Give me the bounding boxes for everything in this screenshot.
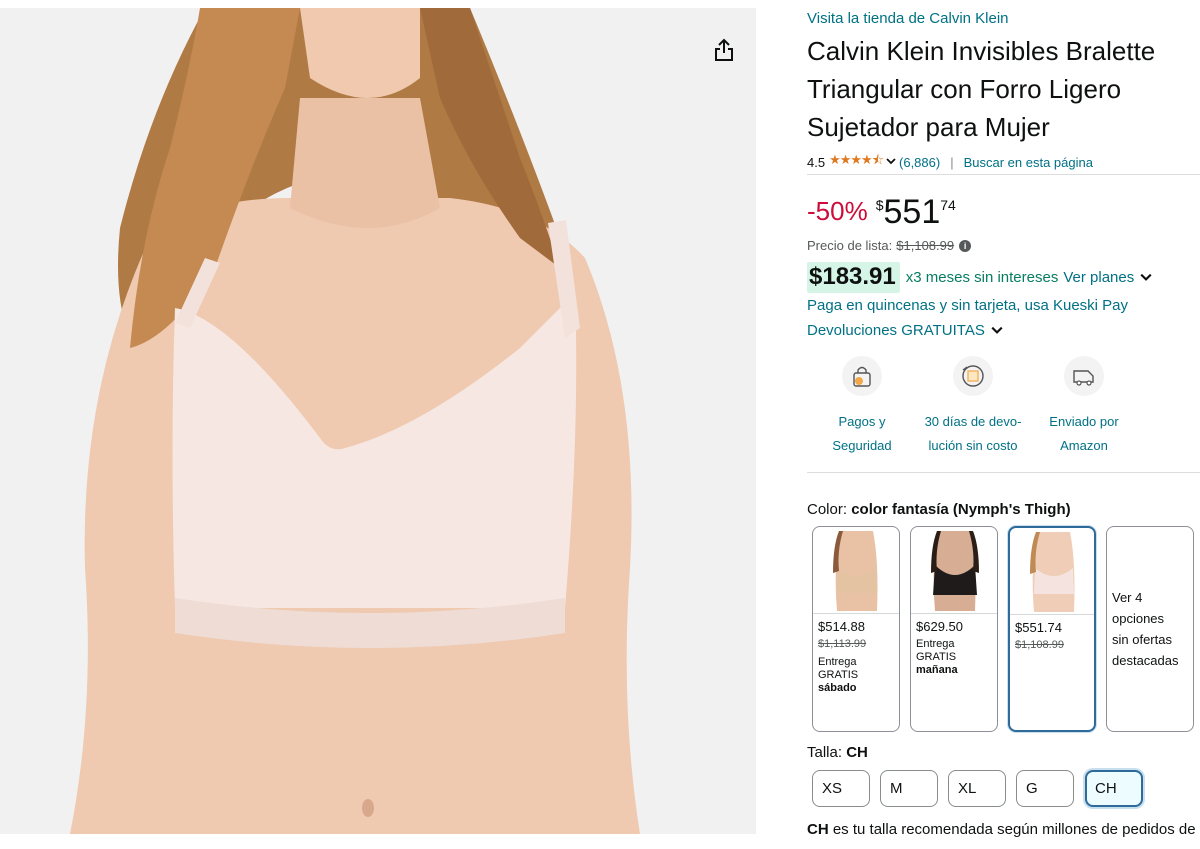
option-delivery-day-text: sábado [818,682,857,694]
divider [807,472,1200,473]
color-thumbnail [1016,532,1092,612]
price-row: -50% $ 551 74 [807,192,956,232]
chevron-down-icon[interactable] [886,156,896,166]
option-price: $629.50 [916,619,963,634]
product-details: Visita la tienda de Calvin Klein Calvin … [807,0,1200,849]
delivery-van-icon [1064,356,1104,396]
rating-row: 4.5 ★★★★⯪ (6,886) | Buscar en esta págin… [807,151,1093,173]
discount-percent: -50% [807,196,868,226]
view-plans-link[interactable]: Ver planes [1063,269,1134,286]
review-count-link[interactable]: (6,886) [899,155,940,170]
return-icon [953,356,993,396]
installment-price: $183.91 [807,262,900,293]
info-icon[interactable]: i [959,239,972,252]
selected-color: color fantasía (Nymph's Thigh) [851,501,1071,518]
option-list-price: $1,113.99 [818,638,867,650]
star-rating-icon[interactable]: ★★★★⯪ [829,151,884,173]
color-option[interactable]: $629.50 Entrega GRATIS mañana [910,526,998,732]
color-option[interactable]: $514.88 $1,113.99 Entrega GRATIS sábado [812,526,900,732]
option-delivery-day-text: mañana [916,664,958,676]
feature-icons: Pagos y Seguridad 30 días de devo- lució… [807,356,1200,466]
product-photo [0,8,756,834]
feature-label: Enviado por Amazon [1049,414,1119,453]
store-link[interactable]: Visita la tienda de Calvin Klein [807,10,1009,27]
free-returns-link[interactable]: Devoluciones GRATUITAS [807,322,1006,339]
color-thumbnail [819,531,895,611]
price-cents: 74 [940,197,956,213]
color-thumbnail [917,531,993,611]
divider [807,174,1200,175]
feature-label: Pagos y Seguridad [832,414,892,453]
separator: | [950,154,954,170]
size-option-xs[interactable]: XS [812,770,870,807]
more-options-button[interactable]: Ver 4 opciones sin ofertas destacadas [1106,526,1194,732]
price-currency: $ [875,197,884,213]
option-delivery: Entrega [818,656,857,668]
divider [911,613,997,614]
price-whole: 551 [883,193,941,231]
chevron-down-icon [991,326,1003,334]
feature-returns[interactable]: 30 días de devo- lución sin costo [918,356,1028,458]
more-options-text: Ver 4 opciones sin ofertas destacadas [1112,590,1179,668]
list-price-value: $1,108.99 [896,238,955,253]
list-price: Precio de lista: $1,108.99 i [807,238,972,253]
color-label: Color: color fantasía (Nymph's Thigh) [807,501,1071,518]
option-delivery: GRATIS [818,669,859,681]
kueski-pay-link[interactable]: Paga en quincenas y sin tarjeta, usa Kue… [807,297,1128,314]
option-price: $514.88 [818,619,865,634]
list-price-label: Precio de lista: [807,238,893,253]
installment-row: $183.91 x3 meses sin intereses Ver plane… [807,262,1155,293]
feature-label: 30 días de devo- lución sin costo [924,414,1022,453]
feature-shipping[interactable]: Enviado por Amazon [1029,356,1139,458]
option-price: $551.74 [1015,620,1062,635]
size-recommendation: CH es tu talla recomendada según millone… [807,820,1200,840]
product-main-image[interactable] [0,8,756,834]
search-page-link[interactable]: Buscar en esta página [964,155,1093,170]
size-option-ch[interactable]: CH [1085,770,1143,807]
size-option-xl[interactable]: XL [948,770,1006,807]
option-list-price: $1,108.99 [1015,639,1064,651]
size-option-m[interactable]: M [880,770,938,807]
color-label-text: Color: [807,501,848,518]
recommended-size: CH [807,821,829,838]
divider [1010,614,1094,615]
free-returns-label: Devoluciones GRATUITAS [807,322,985,339]
product-title: Calvin Klein Invisibles Bralette Triangu… [807,36,1156,142]
option-delivery: GRATIS [916,651,957,663]
share-button[interactable] [704,30,744,70]
chevron-down-icon[interactable] [1140,271,1152,283]
option-delivery: Entrega [916,638,955,650]
feature-secure-payment[interactable]: Pagos y Seguridad [807,356,917,458]
selected-size: CH [846,744,868,761]
size-label: Talla: CH [807,744,868,761]
recommendation-text: es tu talla recomendada según millones d… [832,821,1200,838]
option-delivery-day: mañana [916,664,958,677]
share-icon [715,38,733,61]
rating-value: 4.5 [807,154,826,170]
divider [813,613,899,614]
installment-text: x3 meses sin intereses [905,269,1059,286]
color-option-selected[interactable]: $551.74 $1,108.99 [1008,526,1096,732]
secure-payment-icon [842,356,882,396]
size-option-g[interactable]: G [1016,770,1074,807]
size-label-text: Talla: [807,744,843,761]
option-delivery-day: sábado [818,682,857,695]
